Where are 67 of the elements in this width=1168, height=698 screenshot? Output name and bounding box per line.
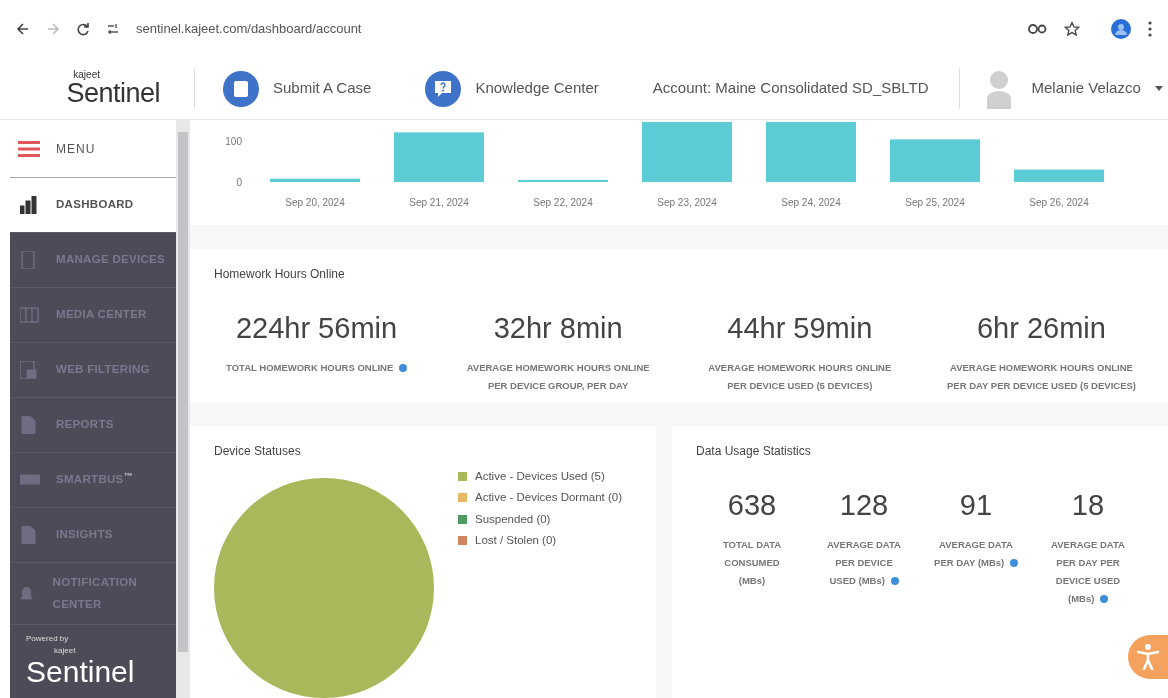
logo-text: Sentinel [66,80,160,107]
stat-value: 91 [959,488,993,523]
password-key-icon[interactable] [1028,23,1048,35]
pie-slice[interactable] [214,478,434,698]
tick-label: 0 [236,177,242,188]
stat-label: AVERAGE DATA PER DAY PER DEVICE USED (MBs) [1050,537,1126,606]
media-icon [20,306,40,324]
case-icon[interactable] [223,70,259,107]
stat-label: AVERAGE HOMEWORK HOURS ONLINE PER DAY PER DEVICE USED (5 DEVICES) [945,360,1137,393]
logo-small-text: kajeet [54,645,77,657]
info-icon[interactable] [1100,595,1108,604]
stat-label: TOTAL DATA CONSUMED (MBs) [721,537,783,588]
header-link[interactable]: Submit A Case [273,77,372,100]
stat-value: 44hr 59min [727,311,873,346]
forward-icon[interactable] [46,22,60,36]
logo-text: Sentinel [26,657,136,687]
bar[interactable] [518,179,608,182]
bar-chart-icon [20,196,40,214]
user-name[interactable]: Melanie Velazco [1031,77,1141,100]
x-tick-label: Sep 23, 2024 [657,197,717,208]
more-icon[interactable] [1148,21,1152,37]
menu-label: MENU [56,140,96,158]
powered-by-text: Powered by [26,633,70,645]
x-tick-label: Sep 25, 2024 [905,197,965,208]
scrollbar[interactable] [176,120,190,698]
stat-label: AVERAGE HOMEWORK HOURS ONLINE PER DEVICE USED (5 DEVICES) [707,360,893,393]
lock-icon [20,361,40,379]
legend-label: Active - Devices Dormant (0) [475,490,622,506]
site-settings-icon[interactable] [106,22,120,36]
x-tick-label: Sep 20, 2024 [285,197,345,208]
stat-label: AVERAGE DATA PER DEVICE USED (MBs) [826,537,902,588]
stat-value: 128 [839,488,889,523]
stat-value: 224hr 56min [235,311,398,346]
reload-icon[interactable] [76,22,90,36]
section-title: Data Usage Statistics [696,443,812,460]
section-title: Device Statuses [214,443,302,460]
stat-value: 638 [727,488,777,523]
x-tick-label: Sep 21, 2024 [409,197,469,208]
stat-value: 18 [1071,488,1105,523]
caret-icon[interactable] [1154,85,1163,92]
legend-label: Active - Devices Used (5) [475,469,605,484]
star-icon[interactable] [1064,21,1080,37]
back-icon[interactable] [16,22,30,36]
menu-icon[interactable] [18,139,40,158]
x-tick-label: Sep 22, 2024 [533,197,593,208]
url-text[interactable]: sentinel.kajeet.com/dashboard/account [136,19,1012,39]
help-icon[interactable] [425,70,462,107]
info-icon[interactable] [890,577,899,586]
stat-label: AVERAGE DATA PER DAY (MBs) [920,535,1032,572]
account-text: Account: Maine Consolidated SD_SBLTD [652,78,929,99]
x-tick-label: Sep 24, 2024 [781,197,841,208]
stat-value: 6hr 26min [977,311,1106,346]
legend-label: Lost / Stolen (0) [475,532,557,548]
sidebar-item[interactable]: DASHBOARD [10,178,176,233]
info-icon[interactable] [398,364,407,372]
logo-small-text: kajeet [73,70,100,80]
section-title: Homework Hours Online [214,266,346,283]
header-link[interactable]: Knowledge Center [475,77,599,100]
accessibility-icon [1137,644,1159,670]
info-icon[interactable] [1009,559,1018,568]
stat-label: TOTAL HOMEWORK HOURS ONLINE [222,358,411,377]
legend-label: Suspended (0) [475,511,551,527]
x-tick-label: Sep 26, 2024 [1029,197,1089,208]
stat-value: 32hr 8min [493,311,623,346]
profile-avatar-icon[interactable] [1110,18,1132,40]
stat-label: AVERAGE HOMEWORK HOURS ONLINE PER DEVICE GROUP, PER DAY [465,360,651,393]
tick-label: 100 [225,135,242,147]
